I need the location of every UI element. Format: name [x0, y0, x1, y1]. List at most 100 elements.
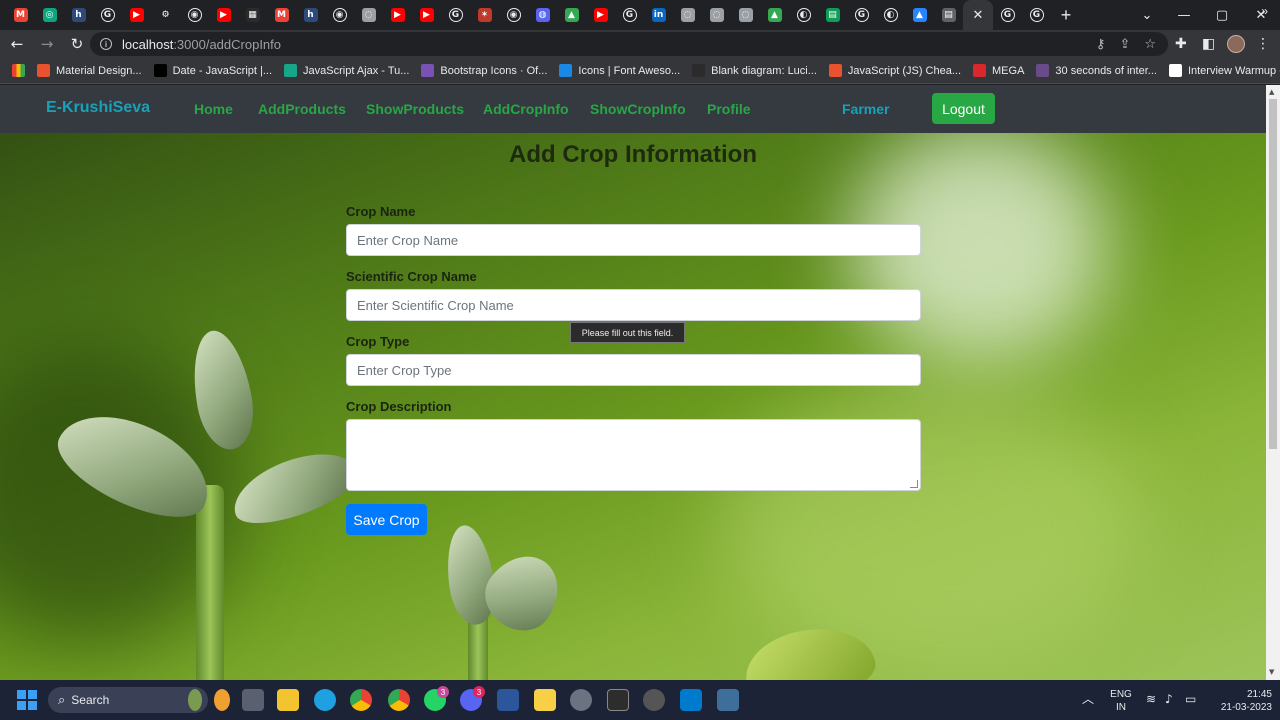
- profile-avatar[interactable]: [1227, 30, 1245, 58]
- browser-tab-9[interactable]: M: [267, 0, 296, 30]
- vscode-icon[interactable]: [680, 689, 702, 711]
- bookmark-item[interactable]: Material Design...: [37, 60, 142, 82]
- wifi-icon[interactable]: ≋: [1146, 693, 1156, 706]
- browser-tab-2[interactable]: h: [64, 0, 93, 30]
- back-icon[interactable]: ←: [4, 31, 30, 57]
- file-explorer-icon[interactable]: [277, 689, 299, 711]
- language-indicator[interactable]: ENG IN: [1108, 688, 1134, 714]
- bookmark-item[interactable]: Bootstrap Icons · Of...: [421, 60, 547, 82]
- browser-tab-25[interactable]: ◌: [731, 0, 760, 30]
- bookmark-item[interactable]: Icons | Font Aweso...: [559, 60, 680, 82]
- bookmark-item[interactable]: Date - JavaScript |...: [153, 60, 272, 82]
- crop-type-input[interactable]: [346, 354, 921, 386]
- browser-tab-3[interactable]: G: [93, 0, 122, 30]
- bookmark-item[interactable]: JavaScript Ajax - Tu...: [284, 60, 409, 82]
- battery-icon[interactable]: ▭: [1185, 693, 1196, 706]
- browser-tab-14[interactable]: ▶: [412, 0, 441, 30]
- browser-tab-after-1[interactable]: G: [1022, 0, 1051, 30]
- scientific-name-input[interactable]: [346, 289, 921, 321]
- tab-search-icon[interactable]: ⌄: [1128, 0, 1166, 30]
- star-icon[interactable]: ☆: [1144, 37, 1156, 52]
- save-crop-button[interactable]: Save Crop: [346, 504, 427, 535]
- sticky-notes-icon[interactable]: [534, 689, 556, 711]
- share-icon[interactable]: ⇪: [1119, 37, 1130, 52]
- sidepanel-icon[interactable]: ◧: [1202, 30, 1215, 58]
- terminal-icon[interactable]: [607, 689, 629, 711]
- browser-tab-active[interactable]: ✕: [963, 0, 993, 30]
- word-icon[interactable]: [497, 689, 519, 711]
- settings-icon[interactable]: [570, 689, 592, 711]
- nav-link-addcropinfo[interactable]: AddCropInfo: [483, 101, 569, 117]
- apps-icon[interactable]: [12, 60, 25, 82]
- browser-tab-27[interactable]: ◐: [789, 0, 818, 30]
- browser-tab-after-0[interactable]: G: [993, 0, 1022, 30]
- browser-tab-13[interactable]: ▶: [383, 0, 412, 30]
- browser-tab-26[interactable]: ▲: [760, 0, 789, 30]
- key-icon[interactable]: ⚷: [1096, 37, 1106, 52]
- reload-icon[interactable]: ↻: [64, 31, 90, 57]
- clock[interactable]: 21:45 21-03-2023: [1208, 688, 1272, 714]
- address-bar[interactable]: i localhost:3000/addCropInfo ⚷ ⇪ ☆: [90, 32, 1168, 56]
- bookmark-item[interactable]: Blank diagram: Luci...: [692, 60, 817, 82]
- chrome-profile-icon[interactable]: [388, 689, 410, 711]
- brand-logo[interactable]: E-KrushiSeva: [46, 99, 150, 117]
- browser-tab-7[interactable]: ▶: [209, 0, 238, 30]
- nav-link-profile[interactable]: Profile: [707, 101, 751, 117]
- browser-tab-8[interactable]: ▦: [238, 0, 267, 30]
- browser-tab-19[interactable]: ▲: [557, 0, 586, 30]
- bookmark-item[interactable]: MEGA: [973, 60, 1024, 82]
- browser-tab-12[interactable]: ◌: [354, 0, 383, 30]
- bookmark-item[interactable]: JavaScript (JS) Chea...: [828, 60, 961, 82]
- bookmark-item[interactable]: 30 seconds of inter...: [1036, 60, 1157, 82]
- logout-button[interactable]: Logout: [932, 93, 995, 124]
- browser-tab-1[interactable]: ◎: [35, 0, 64, 30]
- browser-tab-29[interactable]: G: [847, 0, 876, 30]
- browser-tab-23[interactable]: ◌: [673, 0, 702, 30]
- close-tab-icon[interactable]: ✕: [973, 8, 984, 23]
- browser-tab-28[interactable]: ▤: [818, 0, 847, 30]
- browser-tab-30[interactable]: ◐: [876, 0, 905, 30]
- bookmarks-more-icon[interactable]: »: [1261, 4, 1268, 18]
- new-tab-icon[interactable]: +: [1051, 0, 1081, 30]
- browser-tab-5[interactable]: ⚙: [151, 0, 180, 30]
- scroll-down-icon[interactable]: ▼: [1269, 668, 1274, 676]
- browser-tab-4[interactable]: ▶: [122, 0, 151, 30]
- snipping-tool-icon[interactable]: [717, 689, 739, 711]
- maximize-icon[interactable]: ▢: [1203, 0, 1241, 30]
- taskbar-search[interactable]: ⌕ Search: [48, 687, 208, 713]
- browser-tab-22[interactable]: in: [644, 0, 673, 30]
- scroll-thumb[interactable]: [1269, 99, 1277, 449]
- tray-chevron-icon[interactable]: ︿: [1082, 693, 1094, 706]
- nav-link-showcropinfo[interactable]: ShowCropInfo: [590, 101, 686, 117]
- browser-tab-10[interactable]: h: [296, 0, 325, 30]
- nav-link-showproducts[interactable]: ShowProducts: [366, 101, 464, 117]
- browser-tab-18[interactable]: ◍: [528, 0, 557, 30]
- edge-icon[interactable]: [314, 689, 336, 711]
- browser-tab-15[interactable]: G: [441, 0, 470, 30]
- browser-tab-32[interactable]: ▤: [934, 0, 963, 30]
- minimize-icon[interactable]: —: [1165, 0, 1203, 30]
- task-view-icon[interactable]: [242, 689, 264, 711]
- windows-start-icon[interactable]: [17, 690, 37, 710]
- resize-handle-icon[interactable]: [910, 480, 918, 488]
- widgets-icon[interactable]: [188, 689, 202, 711]
- scrollbar[interactable]: ▲ ▼: [1266, 85, 1280, 680]
- browser-tab-17[interactable]: ◉: [499, 0, 528, 30]
- browser-tab-11[interactable]: ◉: [325, 0, 354, 30]
- gear-icon[interactable]: [643, 689, 665, 711]
- browser-tab-0[interactable]: M: [6, 0, 35, 30]
- browser-tab-20[interactable]: ▶: [586, 0, 615, 30]
- nav-link-home[interactable]: Home: [194, 101, 233, 117]
- browser-tab-24[interactable]: ◌: [702, 0, 731, 30]
- nav-link-addproducts[interactable]: AddProducts: [258, 101, 346, 117]
- forward-icon[interactable]: →: [34, 31, 60, 57]
- weather-icon[interactable]: [214, 689, 230, 711]
- menu-icon[interactable]: ⋮: [1256, 30, 1270, 58]
- browser-tab-31[interactable]: ▲: [905, 0, 934, 30]
- browser-tab-21[interactable]: G: [615, 0, 644, 30]
- chrome-icon[interactable]: [350, 689, 372, 711]
- bookmark-item[interactable]: Interview Warmup -...: [1168, 60, 1280, 82]
- scroll-up-icon[interactable]: ▲: [1269, 88, 1274, 96]
- volume-icon[interactable]: ♪: [1165, 693, 1173, 706]
- browser-tab-6[interactable]: ◉: [180, 0, 209, 30]
